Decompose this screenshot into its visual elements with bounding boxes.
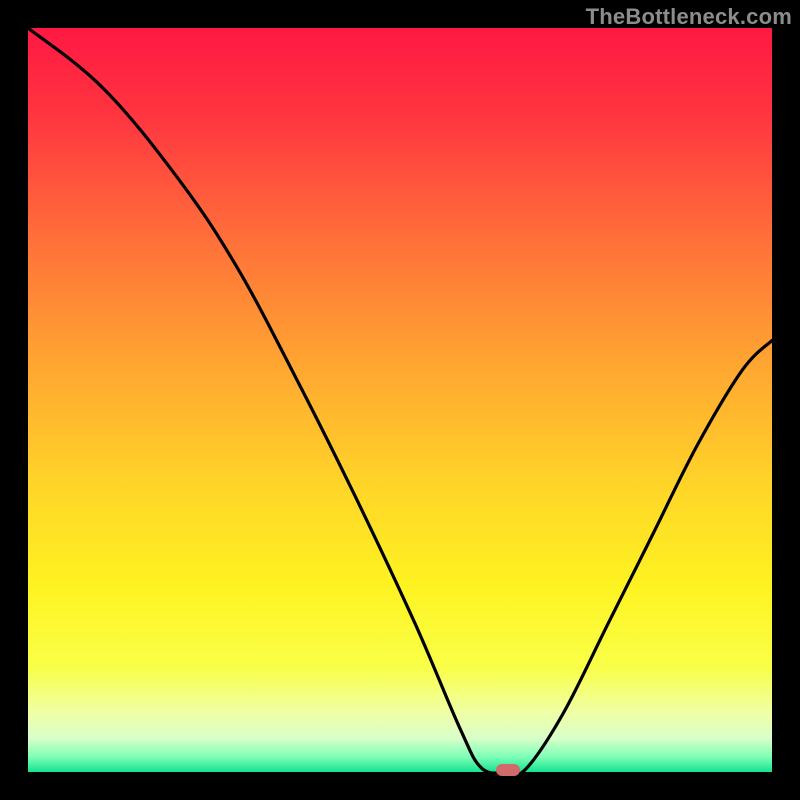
- watermark-text: TheBottleneck.com: [586, 4, 792, 30]
- minimum-marker: [496, 764, 520, 776]
- plot-area: [28, 28, 772, 772]
- chart-gradient-background: [28, 28, 772, 772]
- chart-frame: [28, 28, 772, 772]
